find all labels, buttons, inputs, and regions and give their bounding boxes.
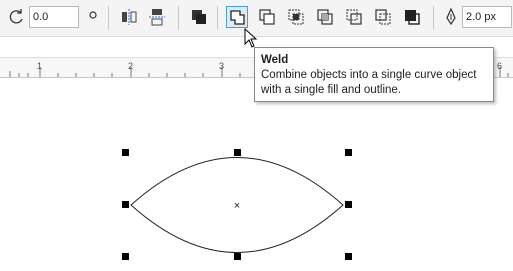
selection-handle-bottom-center[interactable] bbox=[234, 253, 241, 260]
mouse-pointer-icon bbox=[244, 28, 258, 48]
selection-handle-bottom-right[interactable] bbox=[345, 253, 352, 260]
selection-handle-top-center[interactable] bbox=[234, 149, 241, 156]
center-marker: × bbox=[234, 200, 240, 212]
tooltip-title: Weld bbox=[261, 54, 289, 66]
selection-handle-top-right[interactable] bbox=[345, 149, 352, 156]
selection-handle-bottom-left[interactable] bbox=[122, 253, 129, 260]
selection-handle-top-left[interactable] bbox=[122, 149, 129, 156]
selection-handle-middle-right[interactable] bbox=[345, 201, 352, 208]
tooltip-description: Combine objects into a single curve obje… bbox=[261, 69, 477, 96]
selection-handle-middle-left[interactable] bbox=[122, 201, 129, 208]
weld-tooltip: Weld Combine objects into a single curve… bbox=[254, 47, 494, 102]
